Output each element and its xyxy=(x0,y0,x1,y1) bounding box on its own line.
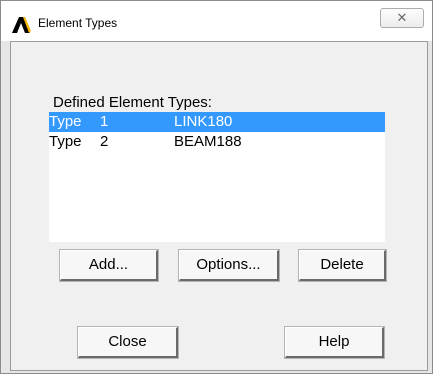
add-button[interactable]: Add... xyxy=(59,249,159,282)
item-type-label: Type xyxy=(49,113,82,130)
ansys-logo-icon xyxy=(12,17,31,33)
list-item[interactable]: Type 2 BEAM188 xyxy=(49,132,385,152)
window-close-button[interactable]: ✕ xyxy=(380,8,424,28)
item-element-name: LINK180 xyxy=(174,113,233,130)
window-title: Element Types xyxy=(38,16,118,30)
list-caption: Defined Element Types: xyxy=(53,94,212,111)
close-icon: ✕ xyxy=(396,10,408,25)
list-item[interactable]: Type 1 LINK180 xyxy=(49,112,385,132)
item-number: 2 xyxy=(100,133,109,150)
dialog-client-area: Defined Element Types: Type 1 LINK180 Ty… xyxy=(10,41,428,371)
item-element-name: BEAM188 xyxy=(174,133,242,150)
element-types-listbox[interactable]: Type 1 LINK180 Type 2 BEAM188 xyxy=(49,112,385,242)
item-type-label: Type xyxy=(49,133,82,150)
options-button[interactable]: Options... xyxy=(178,249,280,282)
close-button[interactable]: Close xyxy=(77,326,179,359)
delete-button[interactable]: Delete xyxy=(298,249,387,282)
element-types-dialog: Element Types ✕ Defined Element Types: T… xyxy=(0,0,433,374)
title-bar[interactable]: Element Types ✕ xyxy=(1,1,432,41)
item-number: 1 xyxy=(100,113,109,130)
help-button[interactable]: Help xyxy=(284,326,385,359)
